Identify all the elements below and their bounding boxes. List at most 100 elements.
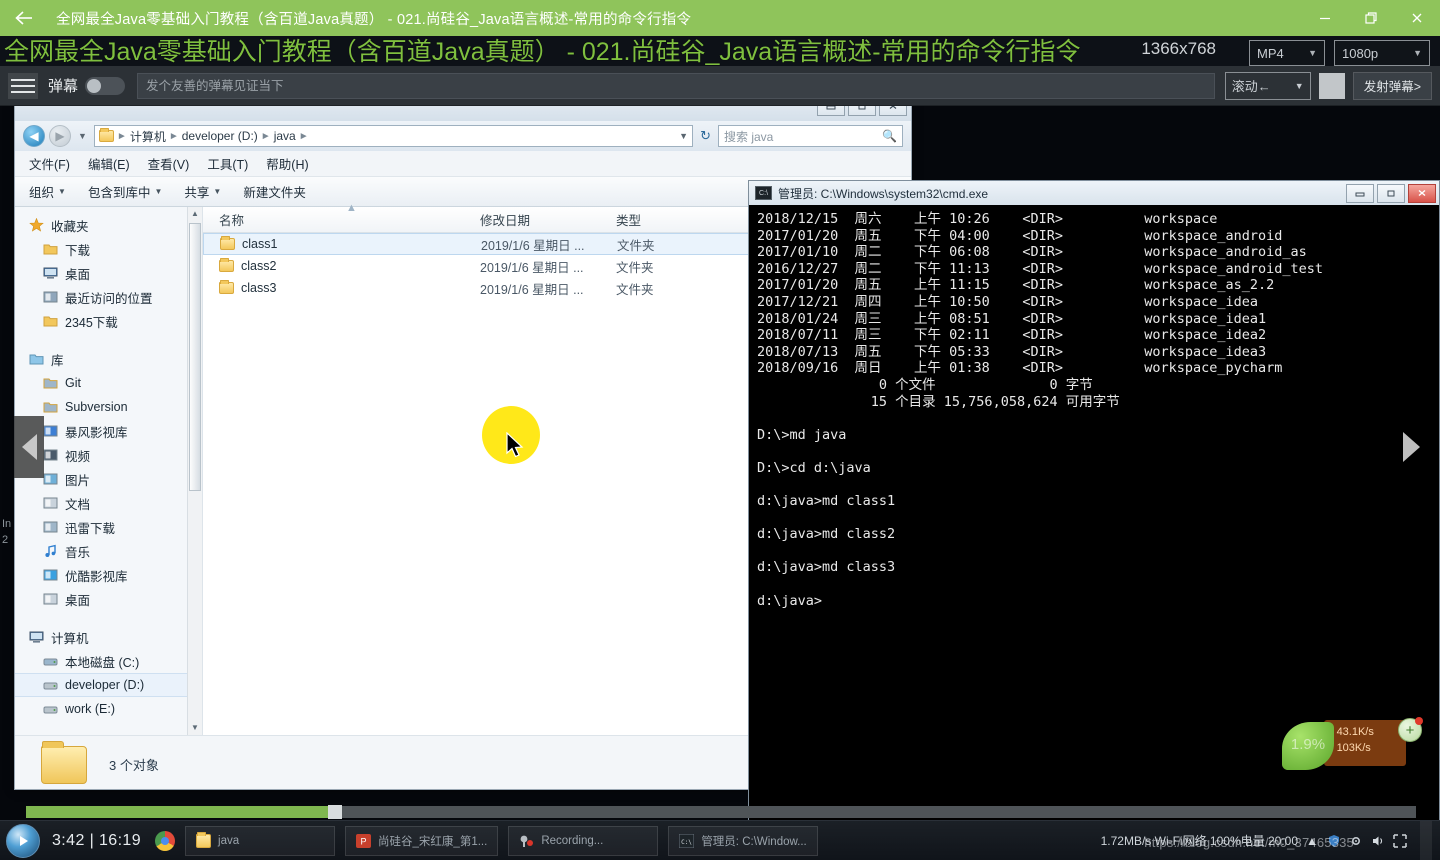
sidebar-item-3[interactable]: 最近访问的位置 xyxy=(15,285,202,309)
danmaku-color-swatch[interactable] xyxy=(1318,72,1345,99)
menu-help[interactable]: 帮助(H) xyxy=(266,154,308,173)
search-input[interactable]: 搜索 java 🔍 xyxy=(718,125,903,147)
sidebar-item-16[interactable]: 计算机 xyxy=(15,625,202,649)
share-button[interactable]: 共享 ▼ xyxy=(184,182,221,201)
action-center-icon[interactable] xyxy=(1392,833,1408,849)
app-title-bar: 全网最全Java零基础入门教程（含百道Java真题） - 021.尚硅谷_Jav… xyxy=(0,0,1440,36)
status-text: 3 个对象 xyxy=(109,758,159,773)
sidebar-item-2[interactable]: 桌面 xyxy=(15,261,202,285)
taskbar-button-powerpoint[interactable]: P 尚硅谷_宋红康_第1... xyxy=(345,825,499,856)
explorer-close-button[interactable] xyxy=(879,106,907,116)
back-icon[interactable] xyxy=(0,0,48,36)
minimize-icon xyxy=(1355,192,1365,197)
progress-knob[interactable] xyxy=(327,805,342,819)
sidebar-item-label: 优酷影视库 xyxy=(65,569,128,584)
history-dropdown-icon[interactable]: ▼ xyxy=(75,131,90,141)
cell-modified: 2019/1/6 星期日 ... xyxy=(480,260,584,275)
danmaku-toggle[interactable] xyxy=(85,76,126,95)
network-float-widget[interactable]: ↑ 43.1K/s ↓ 103K/s 1.9% + xyxy=(1282,717,1423,774)
taskbar-label: 尚硅谷_宋红康_第1... xyxy=(378,835,488,848)
breadcrumb-separator: ► xyxy=(298,130,309,142)
danmaku-mode-select[interactable]: 滚动← ▼ xyxy=(1224,71,1311,100)
windows-start-icon[interactable] xyxy=(6,823,40,858)
explorer-minimize-button[interactable] xyxy=(817,106,845,116)
cmd-close-button[interactable] xyxy=(1408,183,1436,203)
add-button[interactable]: + xyxy=(1398,717,1423,742)
video-progress-bar[interactable] xyxy=(26,805,1416,819)
restore-button[interactable] xyxy=(1348,0,1394,36)
sidebar-item-11[interactable]: 文档 xyxy=(15,491,202,515)
cell-type: 文件夹 xyxy=(616,282,654,297)
sidebar-item-1[interactable]: 下载 xyxy=(15,237,202,261)
hamburger-menu-icon[interactable] xyxy=(8,72,38,99)
drive-icon xyxy=(43,678,58,692)
sidebar-item-6[interactable]: Git xyxy=(15,371,202,395)
scroll-down-icon[interactable]: ▼ xyxy=(188,721,202,735)
close-button[interactable] xyxy=(1394,0,1440,36)
video-header-strip: 全网最全Java零基础入门教程（含百道Java真题） - 021.尚硅谷_Jav… xyxy=(0,36,1440,66)
menu-edit[interactable]: 编辑(E) xyxy=(88,154,130,173)
prev-episode-icon[interactable] xyxy=(14,416,44,478)
minimize-button[interactable] xyxy=(1302,0,1348,36)
sidebar-item-15[interactable]: 桌面 xyxy=(15,587,202,611)
breadcrumb-item-java[interactable]: java xyxy=(274,129,296,143)
video-content-area[interactable]: In 2 ◀ ▶ ▼ ► 计算机 ► developer (D:) ► java… xyxy=(0,106,1440,820)
volume-icon[interactable] xyxy=(1370,833,1386,849)
taskbar-label: Recording... xyxy=(541,834,604,847)
new-folder-button[interactable]: 新建文件夹 xyxy=(243,182,306,201)
sidebar-item-12[interactable]: 迅雷下载 xyxy=(15,515,202,539)
sidebar-item-17[interactable]: 本地磁盘 (C:) xyxy=(15,649,202,673)
chevron-down-icon: ▼ xyxy=(154,187,163,196)
address-dropdown-icon[interactable]: ▼ xyxy=(679,131,688,141)
format-select[interactable]: MP4 ▼ xyxy=(1249,40,1325,66)
address-bar[interactable]: ► 计算机 ► developer (D:) ► java ► ▼ xyxy=(93,125,694,147)
breadcrumb-item-computer[interactable]: 计算机 xyxy=(130,128,166,145)
sidebar-scrollbar[interactable]: ▲ ▼ xyxy=(187,207,202,735)
nav-forward-icon[interactable]: ▶ xyxy=(49,125,71,147)
quality-select[interactable]: 1080p ▼ xyxy=(1334,40,1430,66)
sidebar-item-19[interactable]: work (E:) xyxy=(15,697,202,721)
music-icon xyxy=(43,544,58,558)
cmd-icon: C:\ xyxy=(678,833,695,848)
scrollbar-thumb[interactable] xyxy=(189,223,201,491)
sidebar-item-label: 桌面 xyxy=(65,267,91,282)
cmd-maximize-button[interactable] xyxy=(1377,183,1405,203)
column-header-type[interactable]: 类型 xyxy=(616,210,736,229)
include-library-button[interactable]: 包含到库中 ▼ xyxy=(88,182,162,201)
organize-button[interactable]: 组织 ▼ xyxy=(29,182,66,201)
taskbar-button-cmd[interactable]: C:\ 管理员: C:\Window... xyxy=(668,825,819,856)
danmaku-input[interactable]: 发个友善的弹幕见证当下 xyxy=(137,72,1215,99)
menu-file[interactable]: 文件(F) xyxy=(29,154,70,173)
show-desktop-button[interactable] xyxy=(1420,820,1432,860)
send-danmaku-button[interactable]: 发射弹幕> xyxy=(1352,71,1432,100)
sidebar-item-label: 库 xyxy=(51,353,64,368)
chrome-icon[interactable] xyxy=(155,830,176,851)
breadcrumb-item-drive[interactable]: developer (D:) xyxy=(182,129,258,143)
column-header-modified[interactable]: 修改日期 xyxy=(480,210,616,229)
cmd-title-text: 管理员: C:\Windows\system32\cmd.exe xyxy=(778,186,989,201)
scroll-up-icon[interactable]: ▲ xyxy=(188,207,202,221)
sidebar-item-5[interactable]: 库 xyxy=(15,347,202,371)
sidebar-item-14[interactable]: 优酷影视库 xyxy=(15,563,202,587)
folder-icon xyxy=(98,128,114,142)
close-icon xyxy=(1412,13,1422,23)
column-header-name[interactable]: 名称 xyxy=(203,210,480,229)
sidebar-item-4[interactable]: 2345下载 xyxy=(15,309,202,333)
menu-view[interactable]: 查看(V) xyxy=(148,154,190,173)
menu-tools[interactable]: 工具(T) xyxy=(207,154,248,173)
sidebar-item-18[interactable]: developer (D:) xyxy=(15,673,202,697)
restore-icon xyxy=(1365,12,1377,24)
explorer-nav-bar: ◀ ▶ ▼ ► 计算机 ► developer (D:) ► java ► ▼ … xyxy=(15,121,911,151)
sidebar-item-13[interactable]: 音乐 xyxy=(15,539,202,563)
next-episode-icon[interactable] xyxy=(1396,416,1426,478)
cmd-icon: C:\ xyxy=(755,186,772,200)
refresh-icon[interactable]: ↻ xyxy=(697,128,714,144)
csdn-watermark: https://blog.csdn.net/m0_37465335 xyxy=(1144,835,1354,850)
nav-back-icon[interactable]: ◀ xyxy=(23,125,45,147)
taskbar-button-java[interactable]: java xyxy=(185,825,336,856)
file-name: class2 xyxy=(241,259,277,273)
sidebar-item-0[interactable]: 收藏夹 xyxy=(15,213,202,237)
taskbar-button-recorder[interactable]: Recording... xyxy=(508,825,659,856)
cmd-minimize-button[interactable] xyxy=(1346,183,1374,203)
explorer-maximize-button[interactable] xyxy=(848,106,876,116)
